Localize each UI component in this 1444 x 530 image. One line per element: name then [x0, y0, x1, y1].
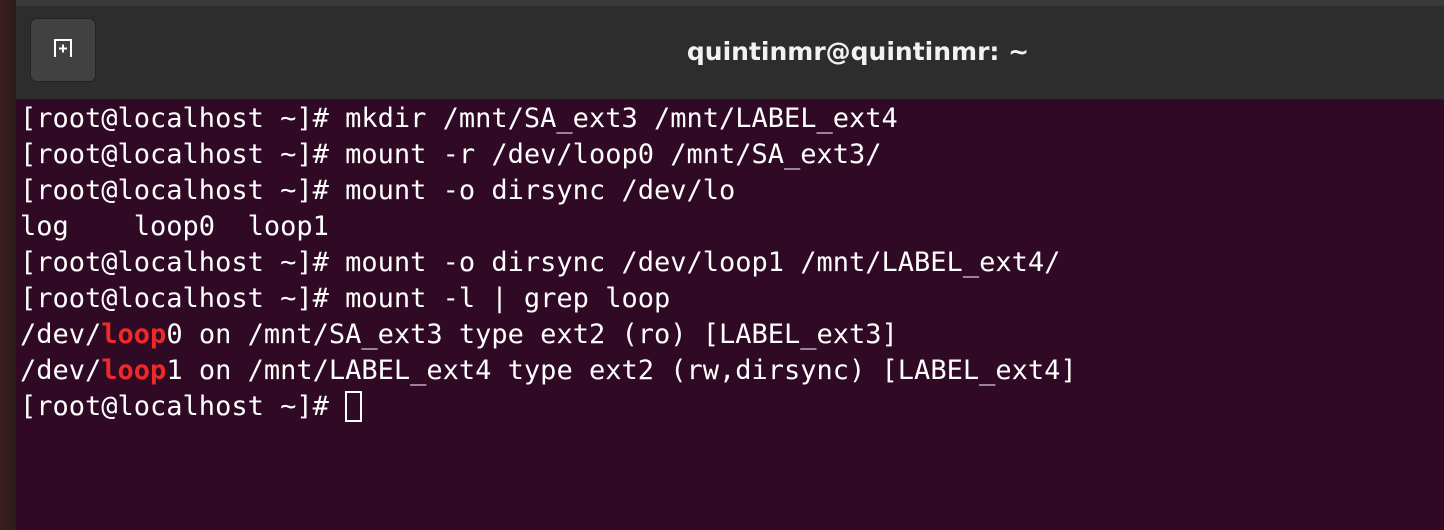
- grep-match-highlight: loop: [101, 319, 167, 350]
- command-text: mount -l | grep loop: [345, 283, 671, 314]
- shell-prompt: [root@localhost ~]#: [20, 103, 346, 134]
- title-bar[interactable]: quintinmr@quintinmr: ~: [16, 6, 1444, 100]
- desktop-left-edge: [0, 0, 16, 530]
- shell-prompt: [root@localhost ~]#: [20, 391, 346, 422]
- output-text: 0 on /mnt/SA_ext3 type ext2 (ro) [LABEL_…: [166, 319, 898, 350]
- command-line: [root@localhost ~]# mount -o dirsync /de…: [20, 173, 1440, 209]
- current-prompt-line: [root@localhost ~]#: [20, 389, 1440, 425]
- output-text: log loop0 loop1: [20, 211, 329, 242]
- shell-prompt: [root@localhost ~]#: [20, 283, 346, 314]
- terminal-window: quintinmr@quintinmr: ~ [root@localhost ~…: [16, 6, 1444, 530]
- grep-result-line: /dev/loop0 on /mnt/SA_ext3 type ext2 (ro…: [20, 317, 1440, 353]
- terminal-output[interactable]: [root@localhost ~]# mkdir /mnt/SA_ext3 /…: [20, 101, 1440, 521]
- output-text: /dev/: [20, 355, 102, 386]
- command-line: [root@localhost ~]# mount -l | grep loop: [20, 281, 1440, 317]
- window-title: quintinmr@quintinmr: ~: [686, 37, 1030, 66]
- command-line: [root@localhost ~]# mount -r /dev/loop0 …: [20, 137, 1440, 173]
- new-tab-button[interactable]: [30, 18, 96, 82]
- grep-result-line: /dev/loop1 on /mnt/LABEL_ext4 type ext2 …: [20, 353, 1440, 389]
- shell-prompt: [root@localhost ~]#: [20, 139, 346, 170]
- grep-match-highlight: loop: [101, 355, 167, 386]
- new-tab-icon: [51, 36, 75, 65]
- output-text: 1 on /mnt/LABEL_ext4 type ext2 (rw,dirsy…: [166, 355, 1077, 386]
- shell-prompt: [root@localhost ~]#: [20, 247, 346, 278]
- command-text: mount -o dirsync /dev/lo: [345, 175, 736, 206]
- command-text: mount -r /dev/loop0 /mnt/SA_ext3/: [345, 139, 882, 170]
- text-cursor: [345, 391, 363, 422]
- command-line: [root@localhost ~]# mount -o dirsync /de…: [20, 245, 1440, 281]
- command-text: mkdir /mnt/SA_ext3 /mnt/LABEL_ext4: [345, 103, 898, 134]
- shell-prompt: [root@localhost ~]#: [20, 175, 346, 206]
- command-line: [root@localhost ~]# mkdir /mnt/SA_ext3 /…: [20, 101, 1440, 137]
- command-text: mount -o dirsync /dev/loop1 /mnt/LABEL_e…: [345, 247, 1061, 278]
- output-line: log loop0 loop1: [20, 209, 1440, 245]
- output-text: /dev/: [20, 319, 102, 350]
